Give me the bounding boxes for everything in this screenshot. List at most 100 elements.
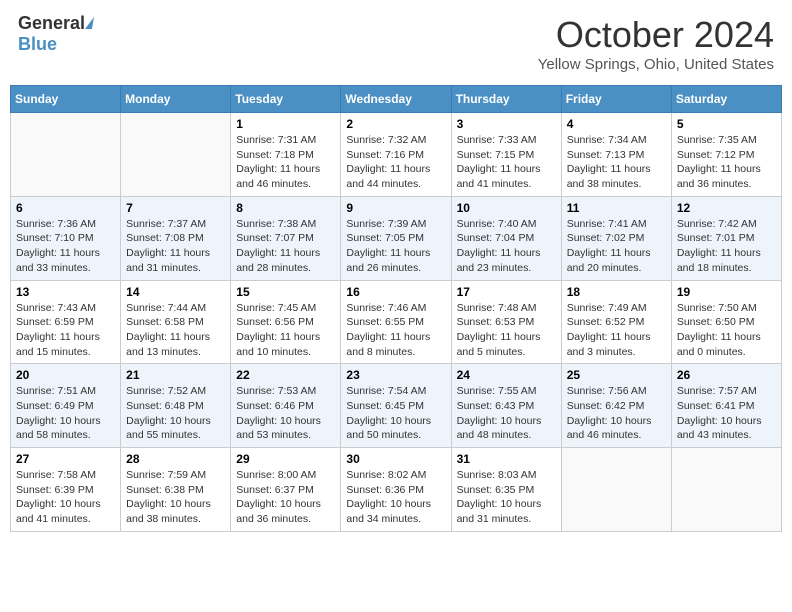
calendar-cell: 22 Sunrise: 7:53 AMSunset: 6:46 PMDayligh… bbox=[231, 364, 341, 448]
day-number: 29 bbox=[236, 452, 335, 466]
day-info: Sunrise: 7:38 AMSunset: 7:07 PMDaylight:… bbox=[236, 217, 335, 276]
calendar-cell: 12 Sunrise: 7:42 AMSunset: 7:01 PMDayligh… bbox=[671, 196, 781, 280]
day-info: Sunrise: 7:49 AMSunset: 6:52 PMDaylight:… bbox=[567, 301, 666, 360]
day-info: Sunrise: 8:00 AMSunset: 6:37 PMDaylight:… bbox=[236, 468, 335, 527]
calendar-cell: 18 Sunrise: 7:49 AMSunset: 6:52 PMDayligh… bbox=[561, 280, 671, 364]
calendar-cell: 21 Sunrise: 7:52 AMSunset: 6:48 PMDayligh… bbox=[121, 364, 231, 448]
calendar-cell: 16 Sunrise: 7:46 AMSunset: 6:55 PMDayligh… bbox=[341, 280, 451, 364]
calendar-cell: 10 Sunrise: 7:40 AMSunset: 7:04 PMDayligh… bbox=[451, 196, 561, 280]
calendar-cell bbox=[671, 448, 781, 532]
day-info: Sunrise: 7:54 AMSunset: 6:45 PMDaylight:… bbox=[346, 384, 445, 443]
day-info: Sunrise: 7:31 AMSunset: 7:18 PMDaylight:… bbox=[236, 133, 335, 192]
day-number: 10 bbox=[457, 201, 556, 215]
day-number: 3 bbox=[457, 117, 556, 131]
calendar-cell: 17 Sunrise: 7:48 AMSunset: 6:53 PMDayligh… bbox=[451, 280, 561, 364]
day-number: 23 bbox=[346, 368, 445, 382]
day-info: Sunrise: 7:48 AMSunset: 6:53 PMDaylight:… bbox=[457, 301, 556, 360]
calendar-cell: 1Sunrise: 7:31 AMSunset: 7:18 PMDaylight… bbox=[231, 113, 341, 197]
day-info: Sunrise: 7:58 AMSunset: 6:39 PMDaylight:… bbox=[16, 468, 115, 527]
day-info: Sunrise: 7:37 AMSunset: 7:08 PMDaylight:… bbox=[126, 217, 225, 276]
calendar-cell: 11 Sunrise: 7:41 AMSunset: 7:02 PMDayligh… bbox=[561, 196, 671, 280]
day-number: 18 bbox=[567, 285, 666, 299]
day-info: Sunrise: 7:34 AMSunset: 7:13 PMDaylight:… bbox=[567, 133, 666, 192]
page-header: General Blue October 2024 Yellow Springs… bbox=[10, 10, 782, 77]
day-number: 27 bbox=[16, 452, 115, 466]
day-number: 19 bbox=[677, 285, 776, 299]
calendar-cell: 2 Sunrise: 7:32 AMSunset: 7:16 PMDaylight… bbox=[341, 113, 451, 197]
day-number: 31 bbox=[457, 452, 556, 466]
day-number: 8 bbox=[236, 201, 335, 215]
day-info: Sunrise: 7:41 AMSunset: 7:02 PMDaylight:… bbox=[567, 217, 666, 276]
day-number: 5 bbox=[677, 117, 776, 131]
calendar-week-row: 6 Sunrise: 7:36 AMSunset: 7:10 PMDaylight… bbox=[11, 196, 782, 280]
day-info: Sunrise: 7:44 AMSunset: 6:58 PMDaylight:… bbox=[126, 301, 225, 360]
calendar-header-friday: Friday bbox=[561, 86, 671, 113]
day-info: Sunrise: 7:39 AMSunset: 7:05 PMDaylight:… bbox=[346, 217, 445, 276]
calendar-cell: 29 Sunrise: 8:00 AMSunset: 6:37 PMDayligh… bbox=[231, 448, 341, 532]
calendar-header-row: SundayMondayTuesdayWednesdayThursdayFrid… bbox=[11, 86, 782, 113]
calendar-cell: 28 Sunrise: 7:59 AMSunset: 6:38 PMDayligh… bbox=[121, 448, 231, 532]
calendar-cell: 7 Sunrise: 7:37 AMSunset: 7:08 PMDaylight… bbox=[121, 196, 231, 280]
month-title: October 2024 bbox=[538, 14, 774, 56]
logo-text: General bbox=[18, 14, 93, 34]
calendar-table: SundayMondayTuesdayWednesdayThursdayFrid… bbox=[10, 85, 782, 532]
calendar-cell: 15Sunrise: 7:45 AMSunset: 6:56 PMDayligh… bbox=[231, 280, 341, 364]
calendar-cell: 6 Sunrise: 7:36 AMSunset: 7:10 PMDaylight… bbox=[11, 196, 121, 280]
day-number: 6 bbox=[16, 201, 115, 215]
day-info: Sunrise: 7:32 AMSunset: 7:16 PMDaylight:… bbox=[346, 133, 445, 192]
calendar-header-thursday: Thursday bbox=[451, 86, 561, 113]
day-info: Sunrise: 7:40 AMSunset: 7:04 PMDaylight:… bbox=[457, 217, 556, 276]
day-info: Sunrise: 7:46 AMSunset: 6:55 PMDaylight:… bbox=[346, 301, 445, 360]
day-number: 2 bbox=[346, 117, 445, 131]
day-number: 28 bbox=[126, 452, 225, 466]
day-info: Sunrise: 7:36 AMSunset: 7:10 PMDaylight:… bbox=[16, 217, 115, 276]
calendar-cell bbox=[561, 448, 671, 532]
calendar-cell: 14 Sunrise: 7:44 AMSunset: 6:58 PMDayligh… bbox=[121, 280, 231, 364]
day-number: 13 bbox=[16, 285, 115, 299]
calendar-cell: 27 Sunrise: 7:58 AMSunset: 6:39 PMDayligh… bbox=[11, 448, 121, 532]
logo-blue: Blue bbox=[18, 34, 57, 54]
calendar-cell: 19Sunrise: 7:50 AMSunset: 6:50 PMDayligh… bbox=[671, 280, 781, 364]
day-number: 12 bbox=[677, 201, 776, 215]
calendar-cell bbox=[121, 113, 231, 197]
day-info: Sunrise: 7:42 AMSunset: 7:01 PMDaylight:… bbox=[677, 217, 776, 276]
day-info: Sunrise: 7:51 AMSunset: 6:49 PMDaylight:… bbox=[16, 384, 115, 443]
day-number: 9 bbox=[346, 201, 445, 215]
calendar-week-row: 20 Sunrise: 7:51 AMSunset: 6:49 PMDayligh… bbox=[11, 364, 782, 448]
calendar-header-saturday: Saturday bbox=[671, 86, 781, 113]
day-number: 26 bbox=[677, 368, 776, 382]
day-info: Sunrise: 7:33 AMSunset: 7:15 PMDaylight:… bbox=[457, 133, 556, 192]
calendar-cell: 26 Sunrise: 7:57 AMSunset: 6:41 PMDayligh… bbox=[671, 364, 781, 448]
day-info: Sunrise: 7:59 AMSunset: 6:38 PMDaylight:… bbox=[126, 468, 225, 527]
day-number: 30 bbox=[346, 452, 445, 466]
day-number: 17 bbox=[457, 285, 556, 299]
day-info: Sunrise: 7:55 AMSunset: 6:43 PMDaylight:… bbox=[457, 384, 556, 443]
calendar-week-row: 27 Sunrise: 7:58 AMSunset: 6:39 PMDayligh… bbox=[11, 448, 782, 532]
day-info: Sunrise: 7:52 AMSunset: 6:48 PMDaylight:… bbox=[126, 384, 225, 443]
day-number: 14 bbox=[126, 285, 225, 299]
day-number: 21 bbox=[126, 368, 225, 382]
day-number: 11 bbox=[567, 201, 666, 215]
calendar-cell: 8 Sunrise: 7:38 AMSunset: 7:07 PMDaylight… bbox=[231, 196, 341, 280]
day-info: Sunrise: 8:03 AMSunset: 6:35 PMDaylight:… bbox=[457, 468, 556, 527]
day-number: 25 bbox=[567, 368, 666, 382]
calendar-cell: 20 Sunrise: 7:51 AMSunset: 6:49 PMDayligh… bbox=[11, 364, 121, 448]
day-number: 15 bbox=[236, 285, 335, 299]
calendar-cell: 5Sunrise: 7:35 AMSunset: 7:12 PMDaylight… bbox=[671, 113, 781, 197]
calendar-header-monday: Monday bbox=[121, 86, 231, 113]
day-info: Sunrise: 7:56 AMSunset: 6:42 PMDaylight:… bbox=[567, 384, 666, 443]
day-number: 7 bbox=[126, 201, 225, 215]
day-info: Sunrise: 7:53 AMSunset: 6:46 PMDaylight:… bbox=[236, 384, 335, 443]
calendar-cell: 3 Sunrise: 7:33 AMSunset: 7:15 PMDaylight… bbox=[451, 113, 561, 197]
calendar-week-row: 1Sunrise: 7:31 AMSunset: 7:18 PMDaylight… bbox=[11, 113, 782, 197]
calendar-header-tuesday: Tuesday bbox=[231, 86, 341, 113]
calendar-cell: 23 Sunrise: 7:54 AMSunset: 6:45 PMDayligh… bbox=[341, 364, 451, 448]
day-number: 4 bbox=[567, 117, 666, 131]
day-info: Sunrise: 7:57 AMSunset: 6:41 PMDaylight:… bbox=[677, 384, 776, 443]
day-number: 22 bbox=[236, 368, 335, 382]
day-number: 24 bbox=[457, 368, 556, 382]
calendar-cell bbox=[11, 113, 121, 197]
day-number: 16 bbox=[346, 285, 445, 299]
day-number: 20 bbox=[16, 368, 115, 382]
calendar-cell: 24 Sunrise: 7:55 AMSunset: 6:43 PMDayligh… bbox=[451, 364, 561, 448]
